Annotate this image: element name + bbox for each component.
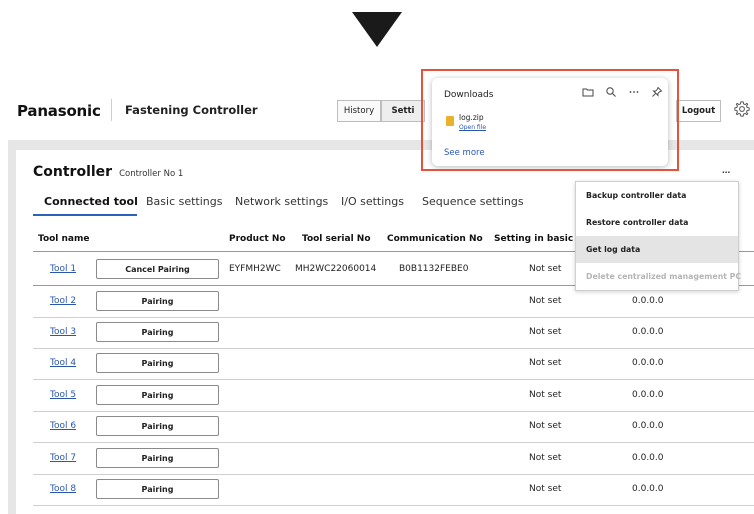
tab-connected-tool[interactable]: Connected tool bbox=[33, 190, 138, 216]
ip-address: 0.0.0.0 bbox=[632, 484, 664, 494]
menu-item-backup[interactable]: Backup controller data bbox=[576, 182, 738, 209]
tool-serial-no: MH2WC22060014 bbox=[295, 264, 377, 274]
controller-options-menu: Backup controller data Restore controlle… bbox=[575, 181, 742, 291]
table-row: Tool 5 Pairing Not set 0.0.0.0 bbox=[33, 380, 754, 412]
logout-button[interactable]: Logout bbox=[676, 100, 721, 122]
brand-logo: Panasonic bbox=[17, 102, 101, 120]
tool-link[interactable]: Tool 7 bbox=[50, 453, 76, 463]
pairing-button[interactable]: Pairing bbox=[96, 291, 219, 311]
gear-icon[interactable] bbox=[733, 100, 751, 118]
setting-status: Not set bbox=[529, 264, 562, 274]
tool-link[interactable]: Tool 8 bbox=[50, 484, 76, 494]
tool-link[interactable]: Tool 6 bbox=[50, 421, 76, 431]
ip-address: 0.0.0.0 bbox=[632, 390, 664, 400]
header-divider bbox=[111, 99, 112, 121]
tool-link[interactable]: Tool 3 bbox=[50, 327, 76, 337]
ip-address: 0.0.0.0 bbox=[632, 453, 664, 463]
tool-link[interactable]: Tool 2 bbox=[50, 296, 76, 306]
col-tool-serial-no: Tool serial No bbox=[302, 234, 371, 244]
pairing-button[interactable]: Pairing bbox=[96, 353, 219, 373]
ip-address: 0.0.0.0 bbox=[632, 296, 664, 306]
controller-title: Controller bbox=[33, 164, 113, 180]
pairing-button[interactable]: Pairing bbox=[96, 385, 219, 405]
setting-status: Not set bbox=[529, 484, 562, 494]
tab-basic-settings[interactable]: Basic settings bbox=[146, 190, 222, 216]
menu-item-delete-pc: Delete centralized management PC bbox=[586, 272, 742, 281]
tool-link[interactable]: Tool 5 bbox=[50, 390, 76, 400]
controller-subtitle: Controller No 1 bbox=[119, 169, 184, 179]
col-communication-no: Communication No bbox=[387, 234, 483, 244]
ip-address: 0.0.0.0 bbox=[632, 358, 664, 368]
ip-address: 0.0.0.0 bbox=[632, 421, 664, 431]
table-row: Tool 4 Pairing Not set 0.0.0.0 bbox=[33, 348, 754, 380]
highlight-frame bbox=[421, 69, 679, 171]
tool-link[interactable]: Tool 4 bbox=[50, 358, 76, 368]
tool-link[interactable]: Tool 1 bbox=[50, 264, 76, 274]
pairing-button[interactable]: Pairing bbox=[96, 322, 219, 342]
tab-io-settings[interactable]: I/O settings bbox=[341, 190, 404, 216]
setting-status: Not set bbox=[529, 390, 562, 400]
pairing-button[interactable]: Pairing bbox=[96, 416, 219, 436]
app-title: Fastening Controller bbox=[125, 103, 258, 117]
col-product-no: Product No bbox=[229, 234, 286, 244]
history-button[interactable]: History bbox=[337, 100, 381, 122]
cancel-pairing-button[interactable]: Cancel Pairing bbox=[96, 259, 219, 279]
setting-status: Not set bbox=[529, 296, 562, 306]
setting-status: Not set bbox=[529, 327, 562, 337]
communication-no: B0B1132FEBE0 bbox=[399, 264, 469, 274]
controller-header: Controller Controller No 1 bbox=[33, 164, 183, 180]
pairing-button[interactable]: Pairing bbox=[96, 479, 219, 499]
table-row: Tool 8 Pairing Not set 0.0.0.0 bbox=[33, 474, 754, 506]
menu-item-restore[interactable]: Restore controller data bbox=[576, 209, 738, 236]
ip-address: 0.0.0.0 bbox=[632, 327, 664, 337]
tab-network-settings[interactable]: Network settings bbox=[235, 190, 328, 216]
table-row: Tool 6 Pairing Not set 0.0.0.0 bbox=[33, 411, 754, 443]
tab-label: Connected tool bbox=[44, 195, 138, 208]
setting-status: Not set bbox=[529, 421, 562, 431]
more-options-icon[interactable]: ... bbox=[722, 165, 730, 176]
product-no: EYFMH2WC bbox=[229, 264, 281, 274]
col-tool-name: Tool name bbox=[38, 234, 90, 244]
table-row: Tool 7 Pairing Not set 0.0.0.0 bbox=[33, 443, 754, 475]
pairing-button[interactable]: Pairing bbox=[96, 448, 219, 468]
active-tab-indicator bbox=[33, 214, 137, 216]
setting-status: Not set bbox=[529, 453, 562, 463]
setting-status: Not set bbox=[529, 358, 562, 368]
menu-item-get-log[interactable]: Get log data bbox=[576, 236, 738, 263]
tab-sequence-settings[interactable]: Sequence settings bbox=[422, 190, 524, 216]
down-arrow-icon bbox=[352, 12, 402, 47]
col-setting-basic: Setting in basic n bbox=[494, 234, 583, 244]
table-row: Tool 3 Pairing Not set 0.0.0.0 bbox=[33, 317, 754, 349]
settings-button[interactable]: Setti bbox=[381, 100, 425, 122]
